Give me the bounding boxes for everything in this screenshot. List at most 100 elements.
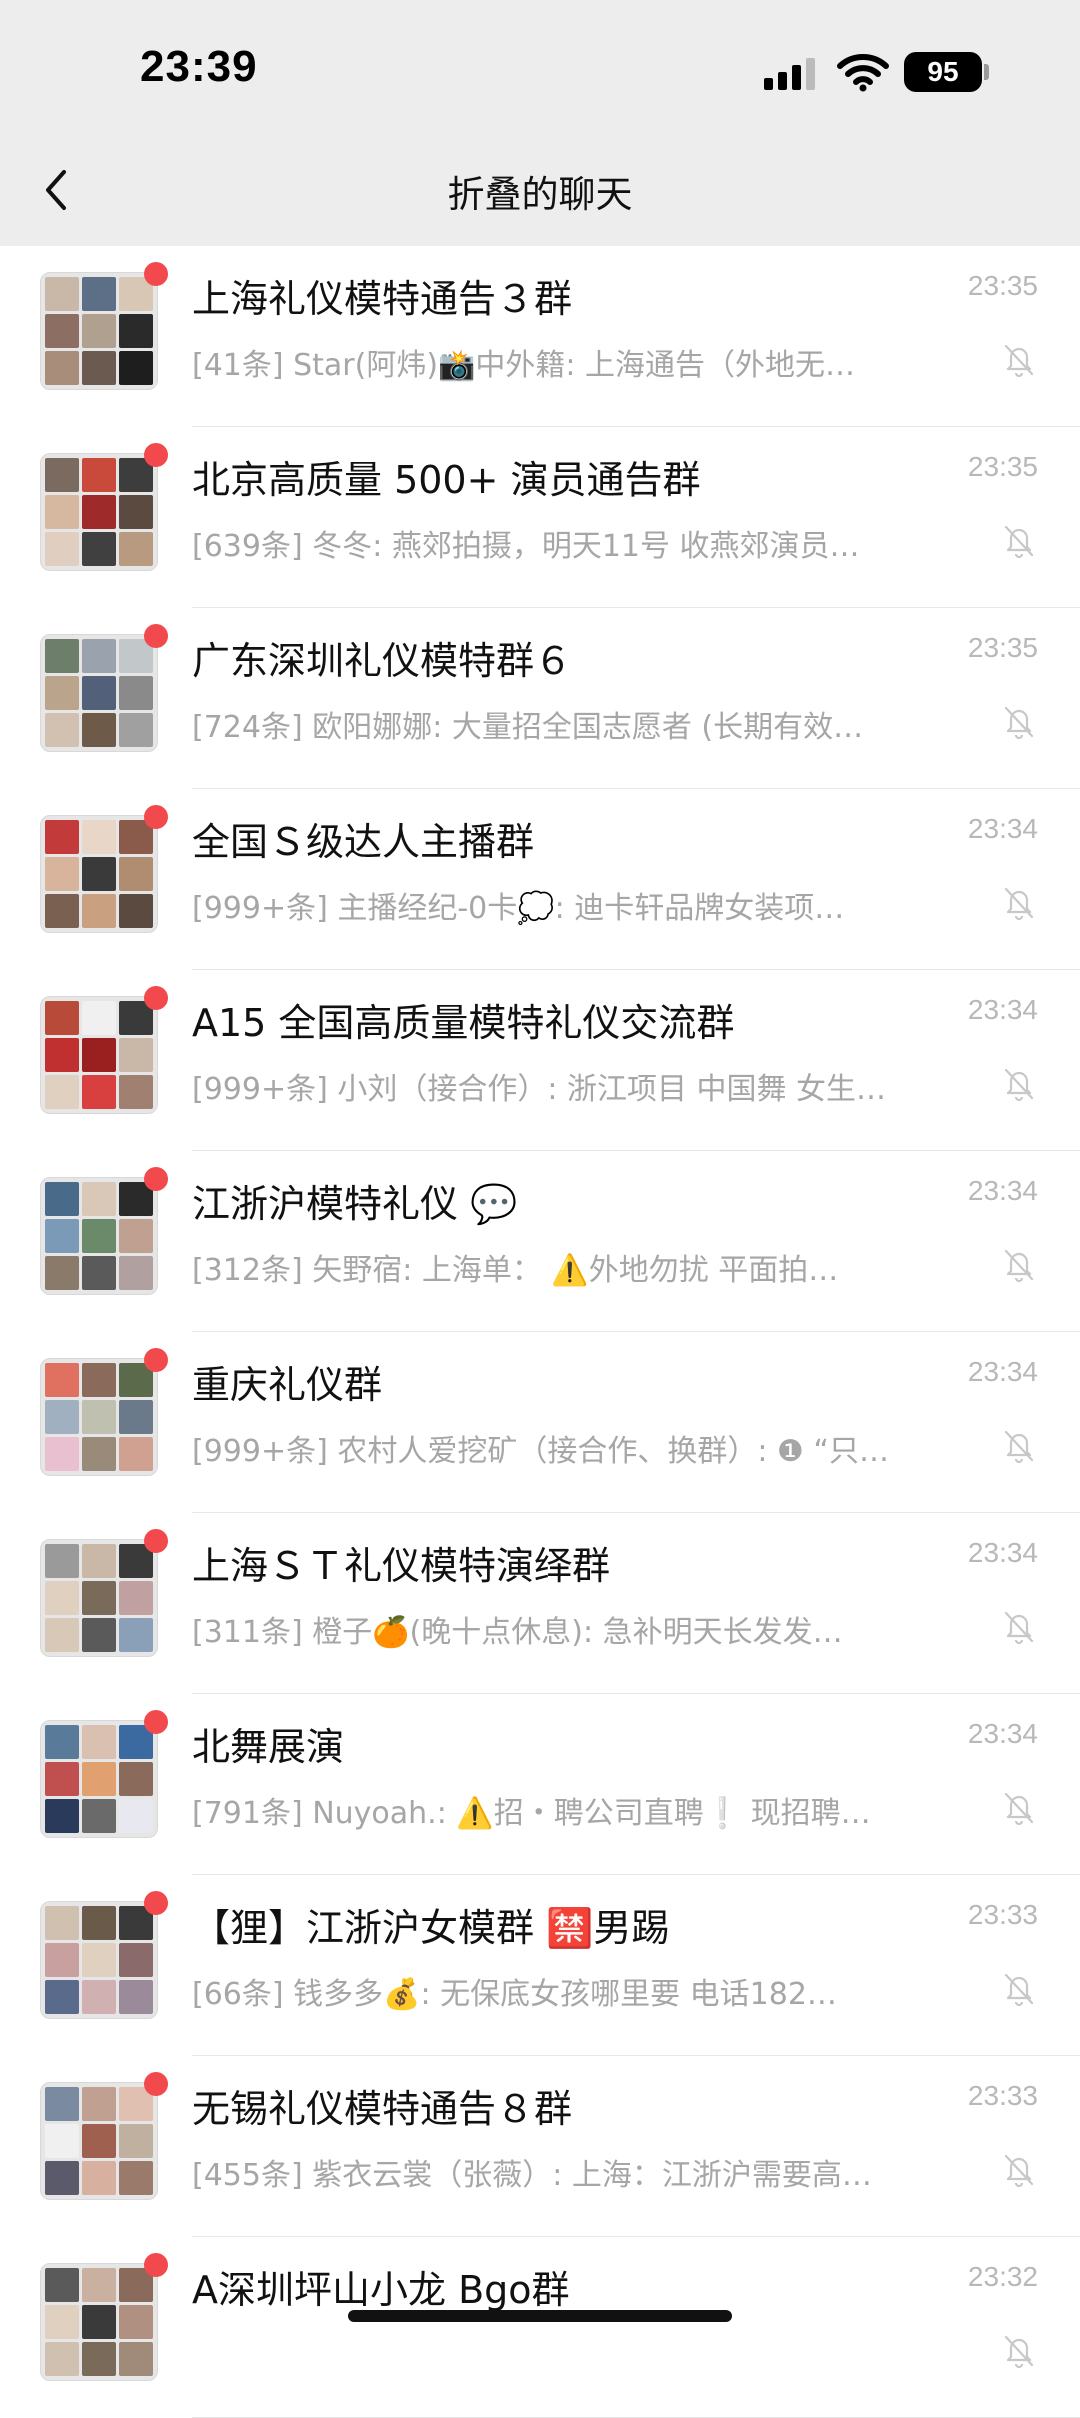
avatar-tile bbox=[45, 894, 79, 928]
avatar-tile bbox=[45, 1437, 79, 1471]
avatar-tile bbox=[45, 1581, 79, 1615]
signal-icon bbox=[764, 58, 820, 90]
mute-bell-icon bbox=[1004, 525, 1034, 559]
avatar-tile bbox=[45, 1544, 79, 1578]
battery-indicator: 95 bbox=[904, 52, 982, 92]
unread-dot bbox=[144, 2253, 168, 2277]
avatar-tile bbox=[45, 2124, 79, 2158]
chat-row[interactable]: 江浙沪模特礼仪 💬 23:34 [312条] 矢野宿: 上海单： ⚠️外地勿扰 … bbox=[0, 1151, 1080, 1332]
avatar-tile bbox=[119, 1799, 153, 1833]
avatar-tile bbox=[119, 1075, 153, 1109]
avatar-tile bbox=[82, 1075, 116, 1109]
avatar-tile bbox=[45, 1906, 79, 1940]
chat-preview: [999+条] 主播经纪-0卡💭: 迪卡轩品牌女装项… bbox=[192, 891, 845, 926]
avatar-tile bbox=[82, 1980, 116, 2014]
avatar-tile bbox=[45, 1038, 79, 1072]
avatar-tile bbox=[82, 2305, 116, 2339]
chat-row[interactable]: A15 全国高质量模特礼仪交流群 23:34 [999+条] 小刘（接合作）: … bbox=[0, 970, 1080, 1151]
unread-dot bbox=[144, 1891, 168, 1915]
chat-row[interactable]: 上海礼仪模特通告３群 23:35 [41条] Star(阿炜)📸中外籍: 上海通… bbox=[0, 246, 1080, 427]
group-avatar[interactable] bbox=[40, 443, 168, 571]
avatar-tile bbox=[82, 458, 116, 492]
chat-title: A深圳坪山小龙 Bgo群 bbox=[192, 2268, 570, 2312]
avatar-tile bbox=[82, 639, 116, 673]
chat-title: 北京高质量 500+ 演员通告群 bbox=[192, 458, 701, 502]
avatar-tile bbox=[45, 1799, 79, 1833]
chat-row[interactable]: A深圳坪山小龙 Bgo群 23:32 bbox=[0, 2237, 1080, 2418]
unread-dot bbox=[144, 1710, 168, 1734]
chat-time: 23:34 bbox=[967, 813, 1038, 844]
avatar-grid bbox=[40, 2082, 158, 2200]
avatar-tile bbox=[119, 2124, 153, 2158]
avatar-grid bbox=[40, 2263, 158, 2381]
avatar-tile bbox=[45, 1400, 79, 1434]
avatar-tile bbox=[82, 2124, 116, 2158]
avatar-tile bbox=[119, 314, 153, 348]
avatar-tile bbox=[82, 532, 116, 566]
avatar-tile bbox=[82, 1437, 116, 1471]
avatar-tile bbox=[45, 1182, 79, 1216]
group-avatar[interactable] bbox=[40, 805, 168, 933]
group-avatar[interactable] bbox=[40, 624, 168, 752]
chat-time: 23:32 bbox=[967, 2261, 1038, 2292]
avatar-tile bbox=[45, 713, 79, 747]
unread-dot bbox=[144, 2072, 168, 2096]
unread-dot bbox=[144, 986, 168, 1010]
group-avatar[interactable] bbox=[40, 1710, 168, 1838]
avatar-tile bbox=[82, 1219, 116, 1253]
avatar-tile bbox=[45, 2268, 79, 2302]
avatar-tile bbox=[119, 532, 153, 566]
avatar-tile bbox=[119, 2342, 153, 2376]
avatar-tile bbox=[45, 532, 79, 566]
avatar-tile bbox=[45, 1762, 79, 1796]
avatar-tile bbox=[82, 676, 116, 710]
group-avatar[interactable] bbox=[40, 1529, 168, 1657]
avatar-tile bbox=[82, 857, 116, 891]
group-avatar[interactable] bbox=[40, 2253, 168, 2381]
mute-bell-icon bbox=[1004, 2154, 1034, 2188]
avatar-tile bbox=[45, 639, 79, 673]
group-avatar[interactable] bbox=[40, 1348, 168, 1476]
unread-dot bbox=[144, 262, 168, 286]
avatar-tile bbox=[82, 1182, 116, 1216]
avatar-grid bbox=[40, 634, 158, 752]
group-avatar[interactable] bbox=[40, 2072, 168, 2200]
avatar-tile bbox=[119, 1437, 153, 1471]
avatar-tile bbox=[82, 1581, 116, 1615]
chat-time: 23:34 bbox=[967, 1175, 1038, 1206]
group-avatar[interactable] bbox=[40, 262, 168, 390]
avatar-tile bbox=[45, 351, 79, 385]
chat-row[interactable]: 【狸】江浙沪女模群 🈲男踢 23:33 [66条] 钱多多💰: 无保底女孩哪里要… bbox=[0, 1875, 1080, 2056]
chat-row[interactable]: 上海ＳＴ礼仪模特演绎群 23:34 [311条] 橙子🍊(晚十点休息): 急补明… bbox=[0, 1513, 1080, 1694]
avatar-tile bbox=[45, 314, 79, 348]
avatar-tile bbox=[45, 458, 79, 492]
avatar-tile bbox=[45, 1363, 79, 1397]
group-avatar[interactable] bbox=[40, 986, 168, 1114]
avatar-grid bbox=[40, 272, 158, 390]
home-indicator[interactable] bbox=[348, 2310, 732, 2322]
group-avatar[interactable] bbox=[40, 1891, 168, 2019]
chat-row[interactable]: 无锡礼仪模特通告８群 23:33 [455条] 紫衣云裳（张薇）: 上海：江浙沪… bbox=[0, 2056, 1080, 2237]
avatar-tile bbox=[45, 820, 79, 854]
chat-row[interactable]: 重庆礼仪群 23:34 [999+条] 农村人爱挖矿（接合作、换群）: ❶ “只… bbox=[0, 1332, 1080, 1513]
avatar-tile bbox=[82, 2268, 116, 2302]
chat-row[interactable]: 全国Ｓ级达人主播群 23:34 [999+条] 主播经纪-0卡💭: 迪卡轩品牌女… bbox=[0, 789, 1080, 970]
chat-row[interactable]: 北京高质量 500+ 演员通告群 23:35 [639条] 冬冬: 燕郊拍摄，明… bbox=[0, 427, 1080, 608]
nav-bar: 折叠的聊天 bbox=[0, 140, 1080, 246]
avatar-tile bbox=[119, 713, 153, 747]
unread-dot bbox=[144, 443, 168, 467]
chat-row[interactable]: 广东深圳礼仪模特群６ 23:35 [724条] 欧阳娜娜: 大量招全国志愿者 (… bbox=[0, 608, 1080, 789]
avatar-tile bbox=[45, 1980, 79, 2014]
chat-row[interactable]: 北舞展演 23:34 [791条] Nuyoah.: ⚠️招・聘公司直聘❕ 现招… bbox=[0, 1694, 1080, 1875]
group-avatar[interactable] bbox=[40, 1167, 168, 1295]
avatar-tile bbox=[82, 1725, 116, 1759]
avatar-tile bbox=[119, 1618, 153, 1652]
chat-title: 上海礼仪模特通告３群 bbox=[192, 277, 573, 321]
avatar-tile bbox=[82, 1400, 116, 1434]
avatar-tile bbox=[82, 1256, 116, 1290]
chat-title: 【狸】江浙沪女模群 🈲男踢 bbox=[192, 1906, 670, 1950]
chat-title: 无锡礼仪模特通告８群 bbox=[192, 2087, 573, 2131]
mute-bell-icon bbox=[1004, 1973, 1034, 2007]
unread-dot bbox=[144, 624, 168, 648]
chat-list: 上海礼仪模特通告３群 23:35 [41条] Star(阿炜)📸中外籍: 上海通… bbox=[0, 246, 1080, 2418]
